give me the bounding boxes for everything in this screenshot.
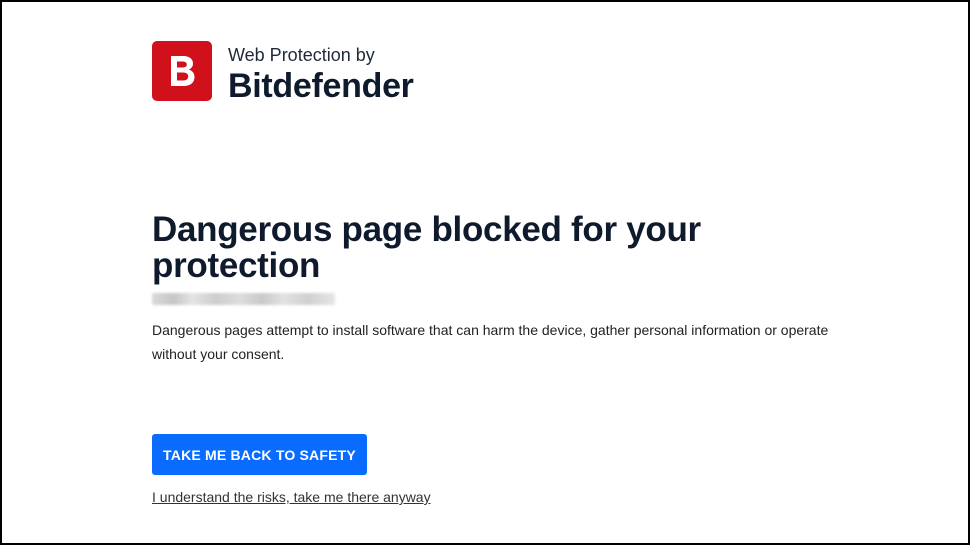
warning-description: Dangerous pages attempt to install softw…: [152, 322, 829, 362]
page-title: Dangerous page blocked for your protecti…: [152, 210, 701, 285]
take-me-back-to-safety-button[interactable]: TAKE ME BACK TO SAFETY: [152, 434, 367, 475]
page-frame: Web Protection by Bitdefender Dangerous …: [0, 0, 970, 545]
bitdefender-logo-icon: [152, 41, 212, 101]
brand-text: Web Protection by Bitdefender: [228, 44, 414, 106]
proceed-anyway-link[interactable]: I understand the risks, take me there an…: [152, 489, 431, 505]
brand-header: Web Protection by Bitdefender: [152, 41, 414, 106]
blocked-url-redacted: [152, 293, 335, 305]
brand-subtitle: Web Protection by: [228, 45, 375, 65]
brand-name: Bitdefender: [228, 67, 414, 105]
